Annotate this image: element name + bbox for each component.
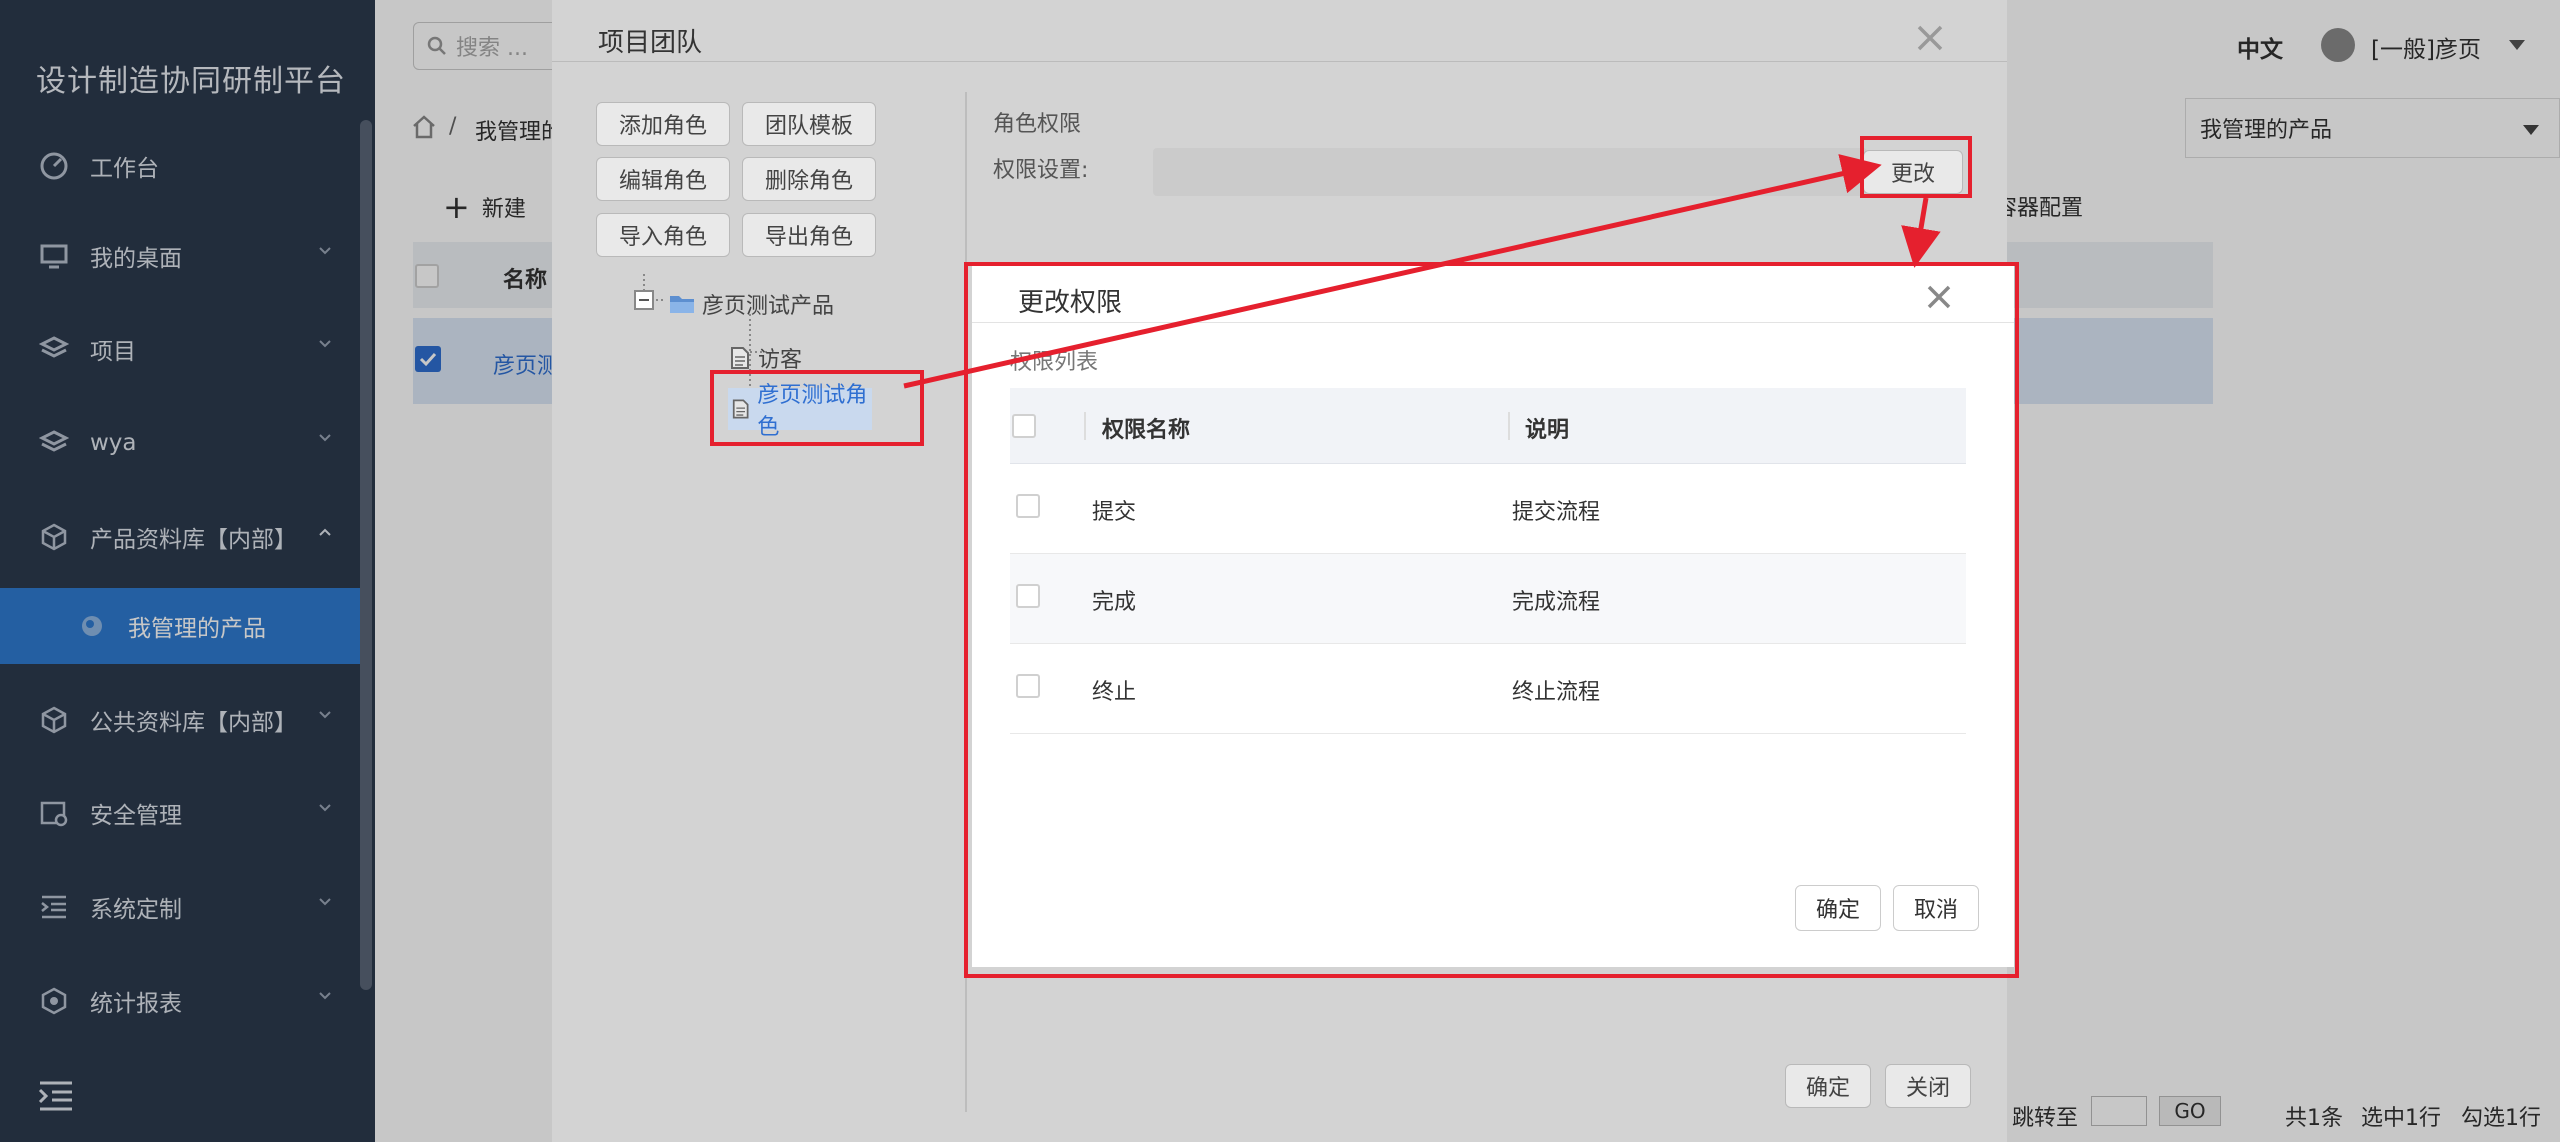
annotation-arrows — [903, 154, 1941, 389]
